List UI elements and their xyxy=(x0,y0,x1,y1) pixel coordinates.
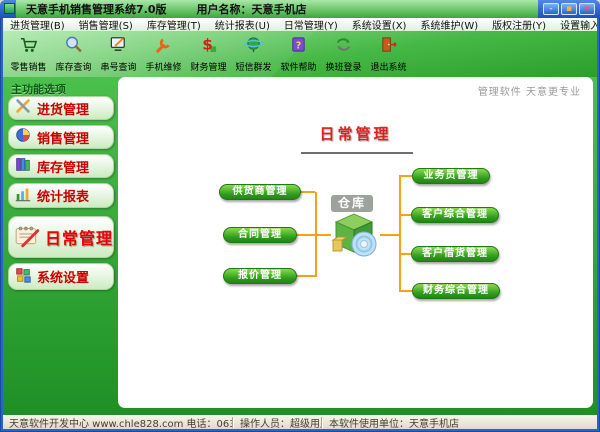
help-book-icon: ? xyxy=(289,35,308,58)
books-icon xyxy=(14,155,32,177)
dollar-icon: $ xyxy=(199,35,218,58)
node-contract-mgmt[interactable]: 合同管理 xyxy=(223,227,297,243)
sidebar-item-reports[interactable]: 统计报表 xyxy=(8,183,114,208)
theme-button[interactable]: ▪ xyxy=(561,3,577,15)
swap-icon xyxy=(334,35,353,58)
calendar-icon xyxy=(14,222,40,252)
sidebar-item-settings[interactable]: 系统设置 xyxy=(8,263,114,290)
menu-maintenance[interactable]: 系统维护(W) xyxy=(420,18,478,31)
app-icon xyxy=(4,3,15,14)
toolbar-exit-system[interactable]: 退出系统 xyxy=(366,31,411,77)
cart-icon xyxy=(19,35,38,58)
toolbar-retail-sale[interactable]: 零售销售 xyxy=(6,31,51,77)
toolbar-label: 短信群发 xyxy=(235,63,272,73)
menu-daily[interactable]: 日常管理(Y) xyxy=(284,18,338,31)
window-controls: - ▪ × xyxy=(543,3,595,15)
menu-input-method[interactable]: 设置输入法(Z) xyxy=(560,18,597,31)
sidebar-item-label: 系统设置 xyxy=(37,271,90,286)
menu-sales[interactable]: 销售管理(S) xyxy=(79,18,133,31)
toolbar-serial-query[interactable]: 串号查询 xyxy=(96,31,141,77)
main-body: 主功能选项 进货管理 销售管理 库存管理 统计报表 日常管理 系统设置 管理软件… xyxy=(3,77,597,415)
title-bar: 天意手机销售管理系统7.0版 用户名称：天意手机店 - ▪ × xyxy=(0,0,600,18)
menu-bar: 进货管理(B) 销售管理(S) 库存管理(T) 统计报表(U) 日常管理(Y) … xyxy=(3,18,597,31)
page-title: 日常管理 xyxy=(319,125,392,143)
connector-line xyxy=(380,234,399,236)
toolbar-phone-repair[interactable]: 手机维修 xyxy=(141,31,186,77)
toolbar-software-help[interactable]: ? 软件帮助 xyxy=(276,31,321,77)
cubes-icon xyxy=(14,266,32,288)
connector-line xyxy=(296,234,315,236)
menu-reports[interactable]: 统计报表(U) xyxy=(215,18,270,31)
user-name-label: 用户名称：天意手机店 xyxy=(196,3,307,16)
toolbar-label: 财务管理 xyxy=(190,63,227,73)
toolbar-label: 软件帮助 xyxy=(280,63,317,73)
wrench-icon xyxy=(154,35,173,58)
menu-purchase[interactable]: 进货管理(B) xyxy=(10,18,65,31)
node-salesman-mgmt[interactable]: 业务员管理 xyxy=(412,168,490,184)
monitor-icon xyxy=(109,35,128,58)
close-button[interactable]: × xyxy=(579,3,595,15)
watermark-slogan: 管理软件 天意更专业 xyxy=(477,87,581,98)
search-icon xyxy=(64,35,83,58)
sidebar-header: 主功能选项 xyxy=(11,83,66,96)
warehouse-icon xyxy=(328,210,380,260)
purchase-tools-icon xyxy=(14,97,32,119)
toolbar-label: 手机维修 xyxy=(145,63,182,73)
sidebar-item-label: 统计报表 xyxy=(37,190,90,205)
status-license-unit: 本软件使用单位：天意手机店 xyxy=(329,419,459,429)
sidebar-item-purchase[interactable]: 进货管理 xyxy=(8,96,114,120)
menu-inventory[interactable]: 库存管理(T) xyxy=(147,18,201,31)
status-bar: 天意软件开发中心 www.chle828.com 电话：0635-7987985… xyxy=(3,415,597,429)
bar-chart-icon xyxy=(14,185,32,207)
connector-line xyxy=(299,191,315,193)
toolbar-shift-login[interactable]: 换班登录 xyxy=(321,31,366,77)
page-title-wrap: 日常管理 xyxy=(118,123,593,144)
sidebar-item-label: 销售管理 xyxy=(37,131,90,147)
sidebar-item-label: 库存管理 xyxy=(37,160,90,176)
menu-register[interactable]: 版权注册(Y) xyxy=(492,18,546,31)
title-bar-green-panel: 天意手机销售管理系统7.0版 用户名称：天意手机店 xyxy=(16,0,538,18)
content-panel: 管理软件 天意更专业 日常管理 仓库 供货商管理 合同管理 报价管理 业务员管理… xyxy=(118,77,593,408)
node-customer-mgmt[interactable]: 客户综合管理 xyxy=(411,207,499,223)
sidebar-item-label: 进货管理 xyxy=(37,102,90,118)
sidebar-item-daily[interactable]: 日常管理 xyxy=(8,216,114,258)
toolbar-stock-query[interactable]: 库存查询 xyxy=(51,31,96,77)
toolbar-finance[interactable]: $ 财务管理 xyxy=(186,31,231,77)
sidebar-item-sales[interactable]: 销售管理 xyxy=(8,125,114,149)
status-developer-info: 天意软件开发中心 www.chle828.com 电话：0635-7987985… xyxy=(9,419,232,429)
svg-text:$: $ xyxy=(202,35,213,53)
node-supplier-mgmt[interactable]: 供货商管理 xyxy=(219,184,301,200)
node-quotation-mgmt[interactable]: 报价管理 xyxy=(223,268,297,284)
exit-door-icon xyxy=(379,35,398,58)
toolbar-label: 串号查询 xyxy=(100,63,137,73)
toolbar: 零售销售 库存查询 串号查询 手机维修 $ 财务管理 短信群发 ? 软件帮助 换… xyxy=(3,31,597,77)
node-customer-loan-mgmt[interactable]: 客户借货管理 xyxy=(411,246,499,262)
toolbar-label: 库存查询 xyxy=(55,63,92,73)
toolbar-sms-broadcast[interactable]: 短信群发 xyxy=(231,31,276,77)
app-window: 天意手机销售管理系统7.0版 用户名称：天意手机店 - ▪ × 进货管理(B) … xyxy=(0,0,600,432)
minimize-button[interactable]: - xyxy=(543,3,559,15)
toolbar-label: 零售销售 xyxy=(10,63,47,73)
sidebar-item-inventory[interactable]: 库存管理 xyxy=(8,154,114,178)
node-finance-mgmt[interactable]: 财务综合管理 xyxy=(412,283,500,299)
pie-chart-icon xyxy=(14,126,32,148)
satellite-icon xyxy=(244,35,263,58)
sidebar: 主功能选项 进货管理 销售管理 库存管理 统计报表 日常管理 系统设置 xyxy=(3,77,118,415)
title-underline xyxy=(301,152,413,154)
connector-line xyxy=(296,275,315,277)
status-operator: 操作人员：超级用户 xyxy=(240,419,321,429)
window-title: 天意手机销售管理系统7.0版 xyxy=(26,3,167,16)
toolbar-label: 退出系统 xyxy=(370,63,407,73)
connector-line xyxy=(399,175,401,292)
sidebar-item-label: 日常管理 xyxy=(45,229,114,248)
menu-settings[interactable]: 系统设置(X) xyxy=(352,18,407,31)
toolbar-label: 换班登录 xyxy=(325,63,362,73)
svg-text:?: ? xyxy=(296,40,302,51)
